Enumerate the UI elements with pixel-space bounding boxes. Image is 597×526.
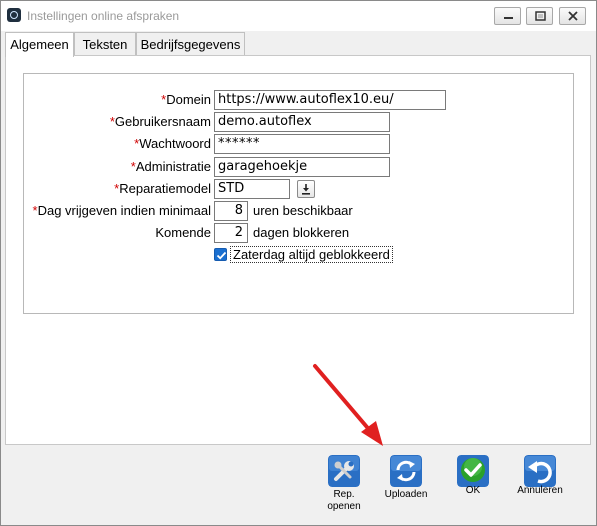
administratie-field[interactable]: garagehoekje <box>214 157 390 177</box>
minimize-icon <box>504 17 513 19</box>
gebruikersnaam-field[interactable]: demo.autoflex <box>214 112 390 132</box>
minimize-button[interactable] <box>494 7 521 25</box>
ok-label: OK <box>465 485 481 496</box>
domein-label: Domein <box>166 92 211 107</box>
komende-row: Komende <box>24 223 211 243</box>
close-icon <box>568 11 578 21</box>
wachtwoord-label: Wachtwoord <box>139 136 211 151</box>
annuleren-label: Annuleren <box>517 485 563 496</box>
reparatiemodel-label: Reparatiemodel <box>119 181 211 196</box>
rep-openen-button[interactable]: Rep. openen <box>313 453 375 519</box>
wachtwoord-row: *Wachtwoord <box>24 134 211 154</box>
tab-algemeen[interactable]: Algemeen <box>5 32 74 57</box>
tab-teksten[interactable]: Teksten <box>74 32 136 56</box>
app-icon <box>7 8 21 22</box>
komende-label: Komende <box>155 225 211 240</box>
rep-openen-label-line1: Rep. <box>333 489 355 500</box>
window-title: Instellingen online afspraken <box>27 9 180 23</box>
domein-row: *Domein <box>24 90 211 110</box>
download-arrow-icon <box>302 184 310 195</box>
zaterdag-label: Zaterdag altijd geblokkeerd <box>230 246 393 263</box>
reparatiemodel-dropdown-button[interactable] <box>297 180 315 198</box>
annuleren-button[interactable]: Annuleren <box>509 453 571 519</box>
title-bar[interactable]: Instellingen online afspraken <box>1 1 596 31</box>
zaterdag-checkbox[interactable] <box>214 248 227 261</box>
dag-vrijgeven-suffix: uren beschikbaar <box>253 203 353 218</box>
komende-field[interactable]: 2 <box>214 223 248 243</box>
uploaden-label: Uploaden <box>384 489 428 500</box>
wachtwoord-field[interactable]: ****** <box>214 134 390 154</box>
ok-button[interactable]: OK <box>442 453 504 519</box>
refresh-icon <box>390 455 422 487</box>
maximize-icon <box>535 11 546 21</box>
administratie-label: Administratie <box>135 159 211 174</box>
tab-bedrijfsgegevens[interactable]: Bedrijfsgegevens <box>136 32 245 56</box>
undo-icon <box>524 455 556 487</box>
checkmark-icon <box>457 455 489 487</box>
button-bar: Rep. openen Uploaden OK Annuleren <box>1 445 596 525</box>
settings-group: *Domein https://www.autoflex10.eu/ *Gebr… <box>23 73 574 314</box>
rep-openen-label-line2: openen <box>327 501 361 512</box>
dag-vrijgeven-row: *Dag vrijgeven indien minimaal <box>24 201 211 221</box>
domein-field[interactable]: https://www.autoflex10.eu/ <box>214 90 446 110</box>
dag-vrijgeven-field[interactable]: 8 <box>214 201 248 221</box>
settings-window: Instellingen online afspraken Algemeen T… <box>0 0 597 526</box>
uploaden-button[interactable]: Uploaden <box>375 453 437 519</box>
gebruikersnaam-row: *Gebruikersnaam <box>24 112 211 132</box>
reparatiemodel-row: *Reparatiemodel <box>24 179 211 199</box>
tab-panel-algemeen: *Domein https://www.autoflex10.eu/ *Gebr… <box>5 55 591 445</box>
dag-vrijgeven-label: Dag vrijgeven indien minimaal <box>37 203 211 218</box>
administratie-row: *Administratie <box>24 157 211 177</box>
checkmark-icon <box>216 251 227 260</box>
reparatiemodel-field[interactable]: STD <box>214 179 290 199</box>
gebruikersnaam-label: Gebruikersnaam <box>114 114 211 129</box>
zaterdag-checkbox-row[interactable]: Zaterdag altijd geblokkeerd <box>214 246 394 263</box>
maximize-button[interactable] <box>526 7 553 25</box>
komende-suffix: dagen blokkeren <box>253 225 350 240</box>
wrench-icon <box>328 455 360 487</box>
close-button[interactable] <box>559 7 586 25</box>
